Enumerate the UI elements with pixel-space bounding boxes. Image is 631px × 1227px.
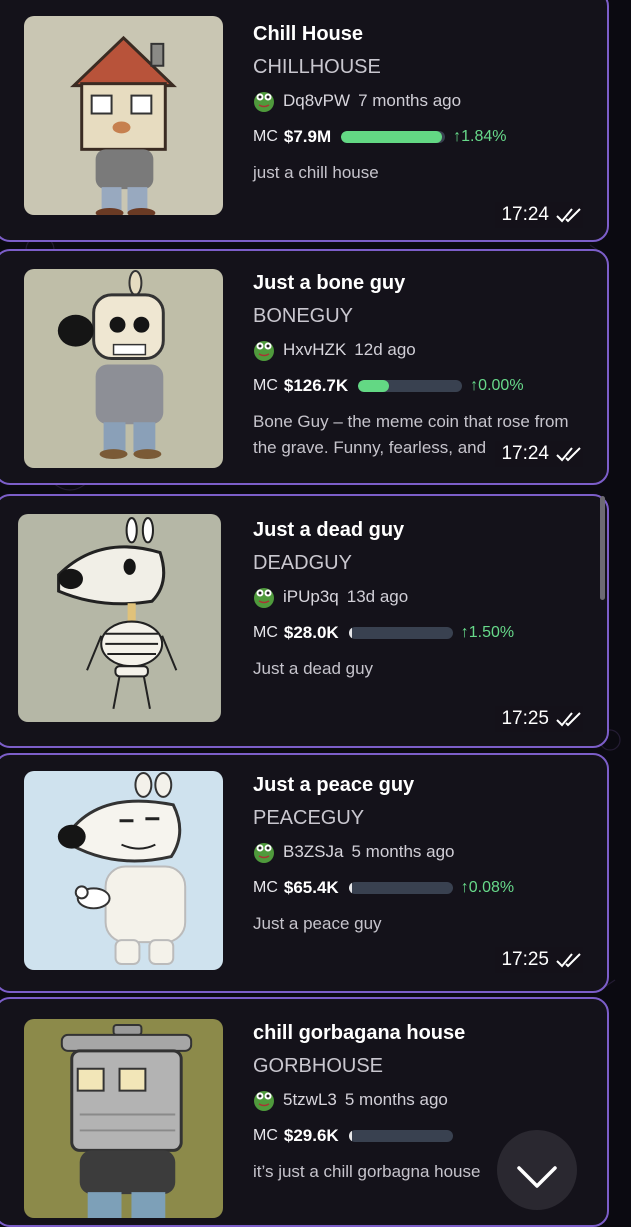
creator-row[interactable]: iPUp3q 13d ago <box>253 584 589 610</box>
house-head-character-icon <box>24 16 223 215</box>
token-age: 13d ago <box>346 587 409 606</box>
token-ticker: PEACEGUY <box>253 807 365 829</box>
price-change: ↑0.08% <box>460 879 515 896</box>
frog-avatar-icon <box>254 92 274 112</box>
double-check-icon <box>556 712 581 727</box>
price-change: ↑1.50% <box>460 624 515 641</box>
progress-fill <box>348 1130 352 1142</box>
token-name: Just a bone guy <box>253 272 406 294</box>
scrollbar-thumb[interactable] <box>600 496 605 600</box>
creator-address[interactable]: Dq8vPW <box>283 91 350 111</box>
mc-label: MC <box>253 1127 278 1144</box>
message-time: 17:25 <box>495 947 583 973</box>
token-description: Just a peace guy <box>253 914 382 933</box>
time-text: 17:25 <box>501 708 549 729</box>
double-check-icon <box>556 208 581 223</box>
token-image[interactable] <box>24 269 223 468</box>
creator-row[interactable]: HxvHZK 12d ago <box>253 337 589 363</box>
token-card[interactable]: Just a bone guy BONEGUY HxvHZK 12d ago M… <box>0 249 609 485</box>
mc-label: MC <box>253 128 278 145</box>
token-image[interactable] <box>24 16 223 215</box>
token-image[interactable] <box>24 771 223 970</box>
mc-label: MC <box>253 377 278 394</box>
token-ticker: CHILLHOUSE <box>253 56 381 78</box>
frog-avatar-icon <box>254 1091 274 1111</box>
token-card[interactable]: Chill House CHILLHOUSE Dq8vPW 7 months a… <box>0 0 609 242</box>
frog-avatar-icon <box>254 843 274 863</box>
creator-address[interactable]: B3ZSJa <box>283 842 343 862</box>
token-image[interactable] <box>24 1019 223 1218</box>
skeleton-dog-character-icon <box>18 514 221 722</box>
double-check-icon <box>556 953 581 968</box>
token-age: 12d ago <box>354 340 416 359</box>
token-name: Just a peace guy <box>253 774 415 796</box>
skull-guy-character-icon <box>24 269 223 468</box>
price-change: ↑1.84% <box>453 128 507 145</box>
frog-avatar-icon <box>254 341 274 361</box>
token-description: Just a dead guy <box>253 659 374 678</box>
white-dog-with-dove-icon <box>24 771 223 970</box>
bonding-progress-bar <box>348 627 453 639</box>
token-card[interactable]: Just a peace guy PEACEGUY B3ZSJa 5 month… <box>0 753 609 993</box>
mc-value: $29.6K <box>283 1126 339 1145</box>
time-text: 17:24 <box>501 204 549 225</box>
double-check-icon <box>556 447 581 462</box>
token-age: 5 months ago <box>351 842 455 861</box>
token-ticker: GORBHOUSE <box>253 1055 384 1077</box>
market-cap-row: MC $126.7K ↑0.00% <box>253 373 589 399</box>
token-age: 7 months ago <box>358 91 462 110</box>
token-ticker: BONEGUY <box>253 305 354 327</box>
token-description: just a chill house <box>253 163 379 182</box>
mc-value: $65.4K <box>283 878 339 897</box>
creator-address[interactable]: 5tzwL3 <box>283 1090 337 1110</box>
progress-fill <box>348 882 352 894</box>
market-cap-row: MC $28.0K ↑1.50% <box>253 620 589 646</box>
progress-fill <box>341 131 443 143</box>
frog-avatar-icon <box>254 588 274 608</box>
creator-address[interactable]: iPUp3q <box>283 587 339 607</box>
time-text: 17:24 <box>501 443 549 464</box>
mc-value: $126.7K <box>283 376 349 395</box>
mc-label: MC <box>253 879 278 896</box>
price-change: ↑0.00% <box>470 377 524 394</box>
message-time: 17:25 <box>495 706 583 732</box>
token-age: 5 months ago <box>344 1090 448 1109</box>
token-name: Just a dead guy <box>253 519 405 541</box>
message-time: 17:24 <box>495 202 583 228</box>
token-image[interactable] <box>18 514 221 722</box>
bonding-progress-bar <box>348 882 453 894</box>
time-text: 17:25 <box>501 949 549 970</box>
progress-fill <box>348 627 352 639</box>
bonding-progress-bar <box>348 1130 453 1142</box>
bonding-progress-bar <box>358 380 463 392</box>
market-cap-row: MC $7.9M ↑1.84% <box>253 124 589 150</box>
creator-address[interactable]: HxvHZK <box>283 340 346 360</box>
bonding-progress-bar <box>341 131 446 143</box>
scroll-down-button[interactable] <box>497 1130 577 1210</box>
mc-label: MC <box>253 624 278 641</box>
chevron-down-icon <box>517 1166 557 1188</box>
creator-row[interactable]: 5tzwL3 5 months ago <box>253 1087 589 1113</box>
token-name: chill gorbagana house <box>253 1022 466 1044</box>
mc-value: $28.0K <box>283 623 339 642</box>
creator-row[interactable]: Dq8vPW 7 months ago <box>253 88 589 114</box>
trash-can-head-character-icon <box>24 1019 223 1218</box>
token-name: Chill House <box>253 23 364 45</box>
market-cap-row: MC $65.4K ↑0.08% <box>253 875 589 901</box>
progress-fill <box>358 380 390 392</box>
token-card[interactable]: Just a dead guy DEADGUY iPUp3q 13d ago M… <box>0 494 609 748</box>
token-ticker: DEADGUY <box>253 552 352 574</box>
message-time: 17:24 <box>495 441 583 467</box>
mc-value: $7.9M <box>283 127 332 146</box>
creator-row[interactable]: B3ZSJa 5 months ago <box>253 839 589 865</box>
